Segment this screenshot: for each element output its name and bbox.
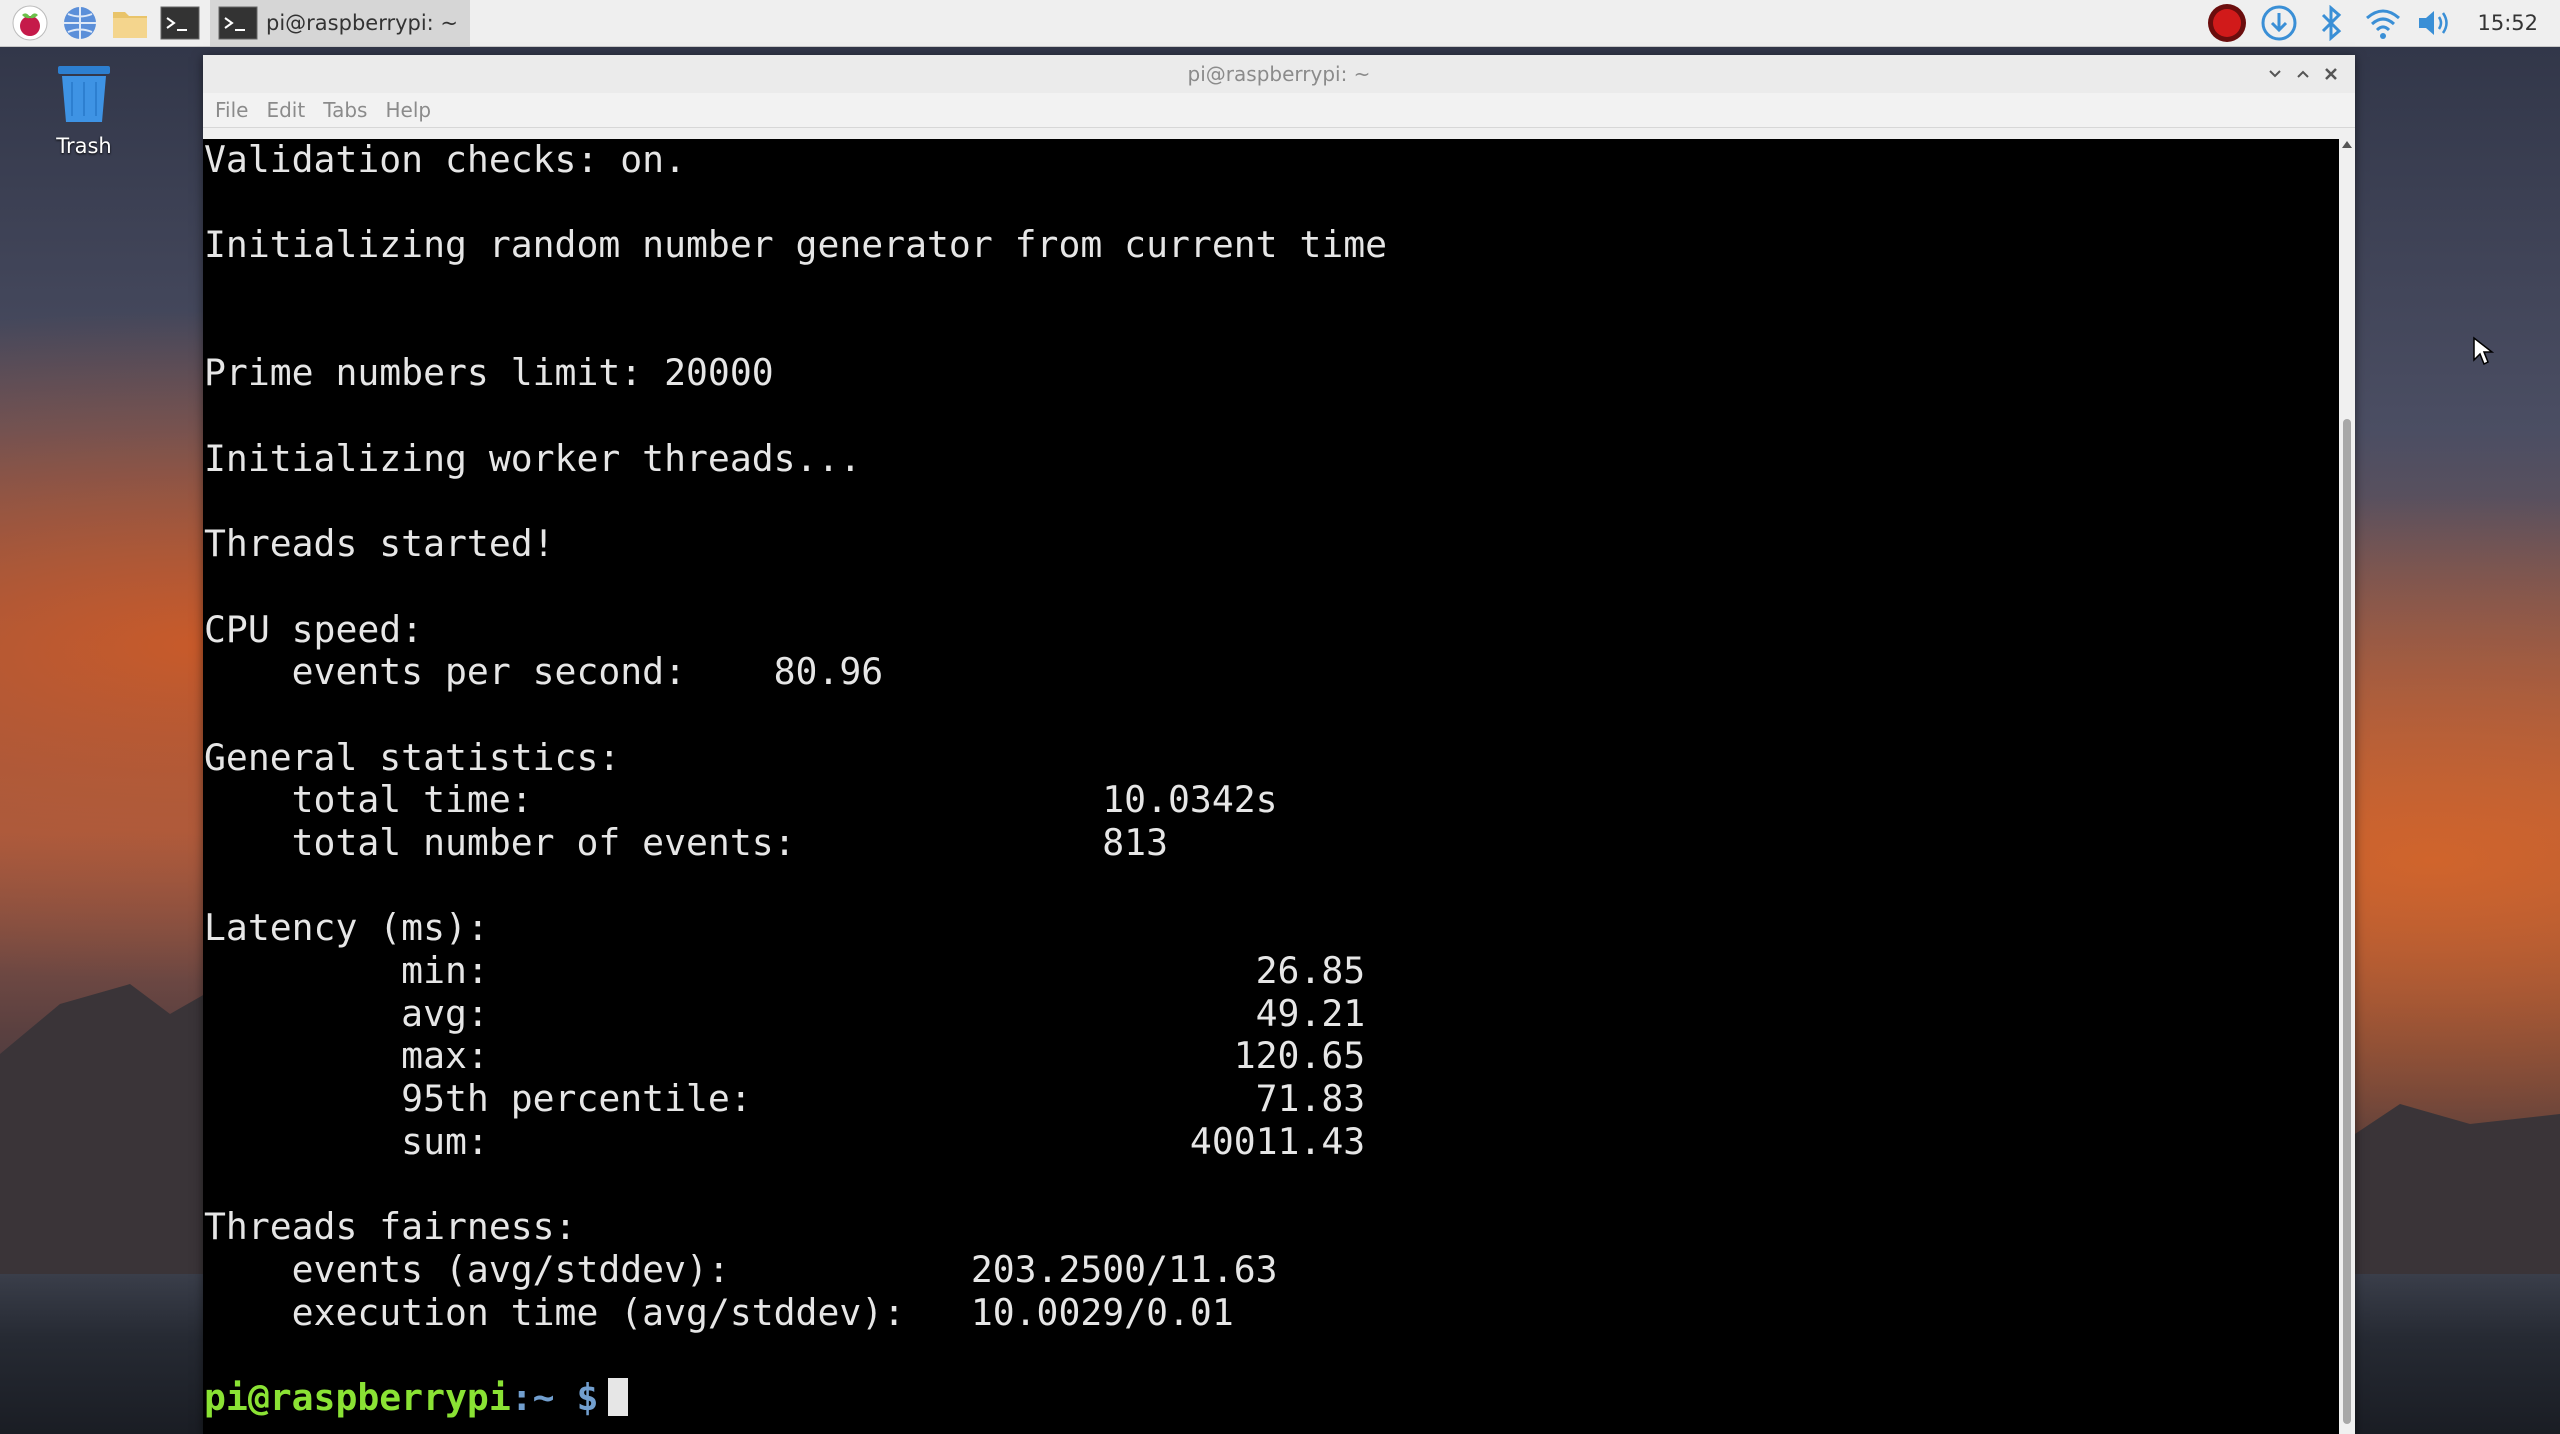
terminal-launcher-icon[interactable]: [160, 3, 200, 43]
terminal-line: events per second: 80.96: [204, 650, 884, 694]
system-tray: 15:52: [2205, 0, 2560, 46]
record-icon[interactable]: [2205, 3, 2249, 43]
minimize-button[interactable]: [2261, 60, 2289, 88]
terminal-line: total time: 10.0342s: [204, 778, 1278, 822]
raspberry-menu-icon[interactable]: [10, 3, 50, 43]
terminal-line: General statistics:: [204, 735, 621, 779]
close-icon: [2325, 68, 2337, 80]
menu-help[interactable]: Help: [385, 98, 431, 122]
scrollbar-thumb[interactable]: [2343, 419, 2351, 1424]
wifi-icon[interactable]: [2361, 3, 2405, 43]
file-manager-icon[interactable]: [110, 3, 150, 43]
chevron-down-icon: [2269, 70, 2281, 78]
terminal-window: pi@raspberrypi: ~ File Edit Tabs Help Va…: [203, 55, 2355, 1434]
terminal-line: Threads fairness:: [204, 1205, 577, 1249]
terminal-task-icon: [218, 6, 258, 40]
terminal-line: avg: 49.21: [204, 991, 1366, 1035]
terminal-line: execution time (avg/stddev): 10.0029/0.0…: [204, 1290, 1234, 1334]
terminal-line: min: 26.85: [204, 949, 1366, 993]
updates-download-icon[interactable]: [2257, 3, 2301, 43]
prompt-path: :~: [510, 1375, 555, 1419]
prompt-user: pi@raspberrypi: [204, 1375, 511, 1419]
window-titlebar[interactable]: pi@raspberrypi: ~: [203, 55, 2355, 93]
menu-edit[interactable]: Edit: [266, 98, 305, 122]
close-button[interactable]: [2317, 60, 2345, 88]
terminal-line: Initializing worker threads...: [204, 436, 862, 480]
terminal-line: sum: 40011.43: [204, 1119, 1366, 1163]
terminal-line: events (avg/stddev): 203.2500/11.63: [204, 1247, 1278, 1291]
text-cursor: [608, 1377, 629, 1416]
taskbar: pi@raspberrypi: ~ 15:52: [0, 0, 2560, 47]
window-controls: [2261, 55, 2345, 93]
terminal-line: 95th percentile: 71.83: [204, 1077, 1366, 1121]
terminal-line: total number of events: 813: [204, 821, 1168, 864]
terminal-output[interactable]: Validation checks: on. Initializing rando…: [203, 139, 2339, 1434]
web-browser-icon[interactable]: [60, 3, 100, 43]
taskbar-terminal-task[interactable]: pi@raspberrypi: ~: [210, 0, 470, 46]
terminal-line: Validation checks: on.: [204, 139, 686, 181]
prompt-dollar: $: [554, 1375, 599, 1419]
scroll-up-arrow-icon[interactable]: [2342, 141, 2352, 148]
taskbar-task-label: pi@raspberrypi: ~: [266, 11, 459, 35]
volume-icon[interactable]: [2413, 3, 2457, 43]
terminal-line: CPU speed:: [204, 607, 424, 651]
trash-icon: [58, 66, 110, 122]
terminal-scrollbar[interactable]: [2339, 139, 2355, 1434]
chevron-up-icon: [2297, 70, 2309, 78]
terminal-line: Latency (ms):: [204, 906, 489, 950]
menu-file[interactable]: File: [215, 98, 248, 122]
terminal-line: Threads started!: [204, 522, 555, 566]
menubar: File Edit Tabs Help: [203, 93, 2355, 128]
menu-tabs[interactable]: Tabs: [323, 98, 367, 122]
terminal-line: max: 120.65: [204, 1034, 1366, 1078]
trash-label: Trash: [56, 134, 112, 158]
clock[interactable]: 15:52: [2477, 11, 2538, 35]
maximize-button[interactable]: [2289, 60, 2317, 88]
terminal-line: Prime numbers limit: 20000: [204, 351, 774, 395]
mouse-pointer-icon: [2473, 336, 2494, 366]
desktop-trash[interactable]: Trash: [40, 62, 128, 158]
bluetooth-icon[interactable]: [2309, 3, 2353, 43]
terminal-line: Initializing random number generator fro…: [204, 223, 1388, 267]
terminal-prompt-line[interactable]: pi@raspberrypi:~ $: [203, 1375, 2339, 1420]
window-title: pi@raspberrypi: ~: [1187, 62, 1371, 86]
